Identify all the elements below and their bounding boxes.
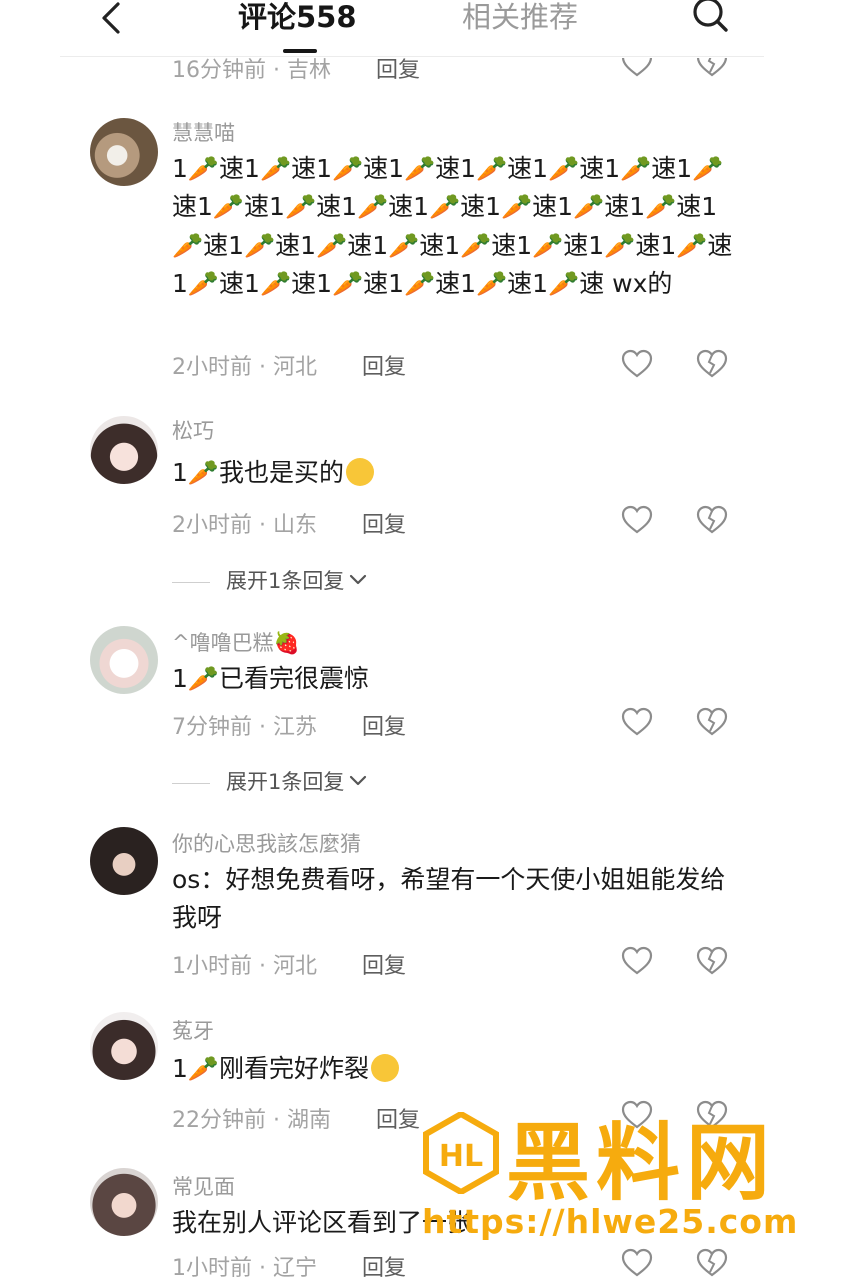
search-icon[interactable] bbox=[688, 0, 732, 36]
avatar[interactable] bbox=[90, 1012, 158, 1080]
header-divider bbox=[60, 56, 764, 57]
dislike-broken-heart-icon[interactable] bbox=[695, 1098, 729, 1132]
avatar[interactable] bbox=[90, 1168, 158, 1236]
reply-button[interactable]: 回复 bbox=[362, 709, 406, 741]
reply-button[interactable]: 回复 bbox=[362, 948, 406, 980]
like-heart-icon[interactable] bbox=[620, 705, 654, 739]
watermark-logo-icon: HL bbox=[423, 1112, 499, 1194]
dislike-broken-heart-icon[interactable] bbox=[695, 944, 729, 978]
reply-button[interactable]: 回复 bbox=[362, 349, 406, 381]
svg-text:HL: HL bbox=[439, 1139, 483, 1174]
comment-username[interactable]: ^噜噜巴糕🍓 bbox=[172, 627, 300, 657]
comment-text: 1🥕刚看完好炸裂 bbox=[172, 1050, 742, 1088]
dislike-broken-heart-icon[interactable] bbox=[695, 503, 729, 537]
avatar[interactable] bbox=[90, 626, 158, 694]
comment-text: os：好想免费看呀，希望有一个天使小姐姐能发给我呀 bbox=[172, 865, 726, 933]
avatar[interactable] bbox=[90, 827, 158, 895]
comment-username[interactable]: 你的心思我該怎麼猜 bbox=[172, 828, 361, 858]
chevron-down-icon bbox=[350, 775, 367, 786]
like-heart-icon[interactable] bbox=[620, 1246, 654, 1280]
reply-button[interactable]: 回复 bbox=[376, 1102, 420, 1134]
reply-button[interactable]: 回复 bbox=[362, 507, 406, 539]
reply-button[interactable]: 回复 bbox=[362, 1250, 406, 1282]
tab-comments[interactable]: 评论558 bbox=[238, 0, 357, 36]
comment-meta: 1小时前 · 辽宁 bbox=[172, 1256, 317, 1281]
crying-emoji-icon bbox=[346, 458, 375, 486]
comment-text: 1🥕速1🥕速1🥕速1🥕速1🥕速1🥕速1🥕速1🥕速1🥕速1🥕速1🥕速1🥕速1🥕速1… bbox=[172, 154, 733, 298]
comment-username[interactable]: 松巧 bbox=[172, 415, 214, 445]
dislike-broken-heart-icon[interactable] bbox=[695, 705, 729, 739]
expand-divider bbox=[172, 782, 210, 784]
dislike-broken-heart-icon[interactable] bbox=[695, 1246, 729, 1280]
like-heart-icon[interactable] bbox=[620, 1098, 654, 1132]
chevron-down-icon bbox=[350, 574, 367, 585]
like-heart-icon[interactable] bbox=[620, 503, 654, 537]
comment-text: 1🥕已看完很震惊 bbox=[172, 664, 370, 693]
comment-meta: 2小时前 · 山东 bbox=[172, 513, 317, 538]
comment-username[interactable]: 菟牙 bbox=[172, 1015, 214, 1045]
dislike-broken-heart-icon[interactable] bbox=[695, 347, 729, 381]
expand-divider bbox=[172, 581, 210, 583]
active-tab-indicator bbox=[283, 49, 317, 53]
comment-username[interactable]: 慧慧喵 bbox=[172, 117, 235, 147]
comment-meta: 22分钟前 · 湖南 bbox=[172, 1108, 331, 1133]
comment-text: 1🥕我也是买的 bbox=[172, 454, 742, 492]
comment-username[interactable]: 常见面 bbox=[172, 1171, 235, 1201]
screaming-emoji-icon bbox=[371, 1054, 400, 1082]
back-arrow-icon[interactable] bbox=[92, 0, 132, 40]
like-heart-icon[interactable] bbox=[620, 944, 654, 978]
like-heart-icon[interactable] bbox=[620, 347, 654, 381]
avatar[interactable] bbox=[90, 416, 158, 484]
comments-header: 评论558 相关推荐 bbox=[0, 0, 850, 58]
tab-related[interactable]: 相关推荐 bbox=[462, 0, 578, 36]
comment-meta: 1小时前 · 河北 bbox=[172, 954, 317, 979]
comment-meta: 7分钟前 · 江苏 bbox=[172, 715, 317, 740]
expand-replies-button[interactable]: 展开1条回复 bbox=[172, 766, 368, 796]
comment-meta: 2小时前 · 河北 bbox=[172, 355, 317, 380]
comment-text: 我在别人评论区看到了一张 bbox=[172, 1208, 473, 1237]
avatar[interactable] bbox=[90, 118, 158, 186]
expand-replies-button[interactable]: 展开1条回复 bbox=[172, 565, 368, 595]
